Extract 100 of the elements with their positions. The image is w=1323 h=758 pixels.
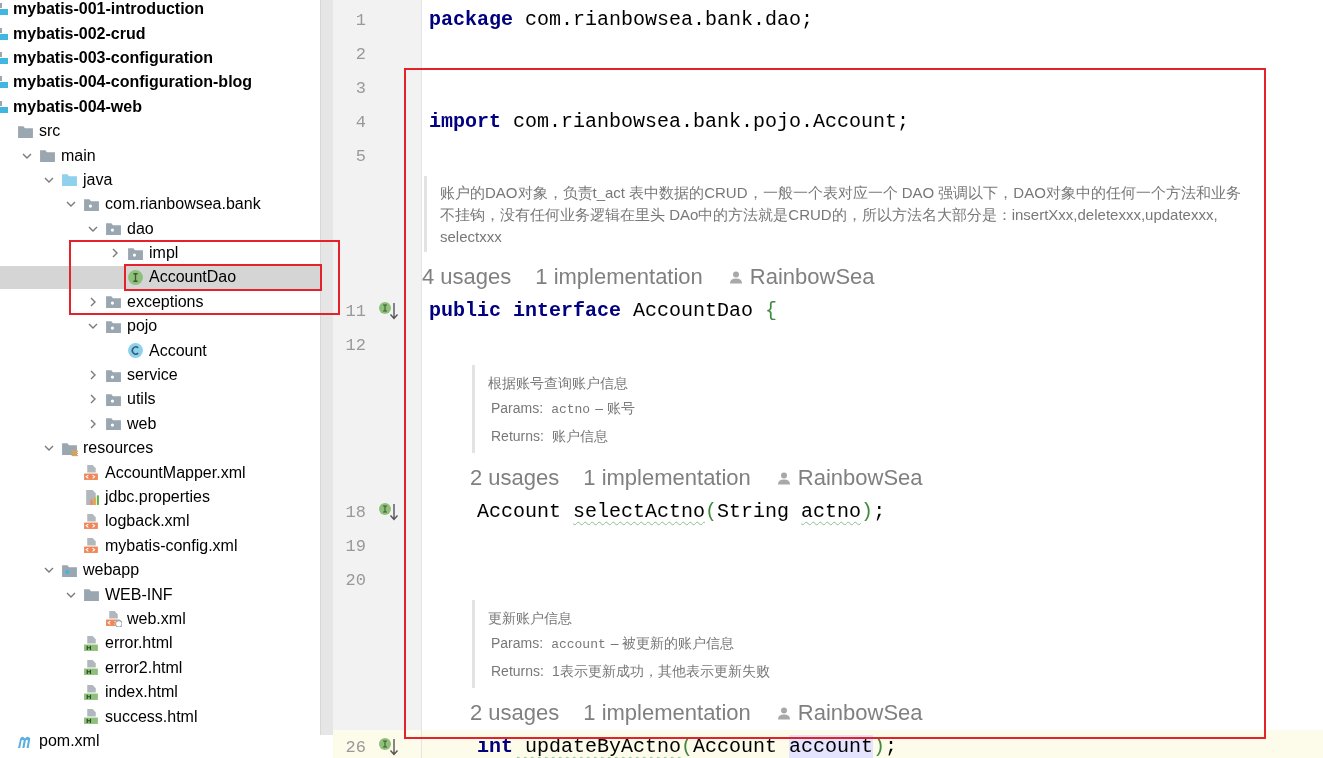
tree-item[interactable]: pom.xml <box>0 729 320 753</box>
implemented-marker-icon[interactable] <box>378 736 400 758</box>
tree-item-label: error.html <box>105 634 173 653</box>
tree-item[interactable]: pojo <box>0 315 320 338</box>
tree-item[interactable]: mybatis-001-introduction <box>0 0 320 21</box>
tree-item-label: web.xml <box>127 609 186 628</box>
tree-item[interactable]: exceptions <box>0 290 320 314</box>
code-text: ; <box>873 500 886 523</box>
author-hint[interactable]: RainbowSea <box>728 264 875 290</box>
module-icon <box>0 100 8 113</box>
class-icon <box>127 342 144 360</box>
usages-hint[interactable]: 2 usages <box>470 700 560 726</box>
line-number: 3 <box>354 78 366 98</box>
tree-item[interactable]: index.html <box>0 680 320 704</box>
tree-item-label: mybatis-004-configuration-blog <box>13 73 253 92</box>
doc-summary: 根据账号查询账户信息 <box>488 374 629 393</box>
folder-icon <box>61 171 78 189</box>
tree-item[interactable]: web <box>0 412 320 436</box>
tree-item[interactable]: AccountMapper.xml <box>0 461 320 484</box>
tree-item[interactable]: mybatis-003-configuration <box>0 46 320 70</box>
line-number: 18 <box>344 502 366 522</box>
doc-summary: 更新账户信息 <box>488 609 573 628</box>
code-text: Account <box>476 500 563 523</box>
tree-item-label: java <box>83 170 113 189</box>
tree-item[interactable]: src <box>0 119 320 143</box>
module-icon <box>0 76 8 89</box>
code-text: String <box>717 500 791 523</box>
param-name: actno <box>551 402 591 417</box>
tree-item[interactable]: utils <box>0 388 320 411</box>
html-file-icon <box>83 683 100 701</box>
tree-item[interactable]: error2.html <box>0 656 320 679</box>
code-text: ; <box>885 735 898 758</box>
properties-file-icon <box>83 488 100 506</box>
xml-file-icon <box>83 537 100 555</box>
tree-item-label: success.html <box>105 707 198 726</box>
tree-item-label: web <box>127 414 157 433</box>
tree-item-label: Account <box>149 341 207 360</box>
keyword: public interface <box>429 299 622 322</box>
person-icon <box>728 270 743 284</box>
usages-hint[interactable]: 4 usages <box>422 264 512 290</box>
implementations-hint[interactable]: 1 implementation <box>535 264 703 290</box>
tree-item-label: mybatis-004-web <box>13 97 142 116</box>
tree-item-label: mybatis-config.xml <box>105 536 238 555</box>
keyword: package <box>429 8 513 31</box>
line-number: 26 <box>344 737 366 757</box>
implementations-hint[interactable]: 1 implementation <box>583 700 751 726</box>
tree-item-label: WEB-INF <box>105 585 173 604</box>
folder-icon <box>83 586 100 604</box>
package-folder-icon <box>105 415 122 433</box>
tree-item[interactable]: mybatis-004-configuration-blog <box>0 71 320 94</box>
usages-hint[interactable]: 2 usages <box>470 465 560 491</box>
html-file-icon <box>83 659 100 677</box>
param-name: account <box>551 637 606 652</box>
tree-item-label: webapp <box>83 561 140 580</box>
bracket: ) <box>861 500 874 523</box>
tree-item-label: resources <box>83 439 154 458</box>
tree-item[interactable]: jdbc.properties <box>0 485 320 509</box>
scrollbar[interactable] <box>320 0 333 735</box>
tree-item-label: mybatis-003-configuration <box>13 48 214 67</box>
implemented-marker-icon[interactable] <box>378 300 400 322</box>
doc-label: Returns: <box>491 663 544 679</box>
implemented-marker-icon[interactable] <box>378 501 400 523</box>
tree-item-label: mybatis-002-crud <box>13 24 146 43</box>
tree-item[interactable]: java <box>0 168 320 192</box>
tree-item[interactable]: impl <box>0 241 320 265</box>
author-hint[interactable]: RainbowSea <box>776 700 923 726</box>
package-folder-icon <box>105 293 122 311</box>
tree-item[interactable]: resources <box>0 437 320 460</box>
tree-item[interactable]: logback.xml <box>0 510 320 533</box>
tree-item[interactable]: AccountDao <box>0 266 320 289</box>
tree-item[interactable]: error.html <box>0 632 320 655</box>
doc-text: 账户的DAO对象，负责t_act 表中数据的CRUD，一般一个表对应一个 DAO 强调以下，DAO对象中的任何一个方法和业务不挂钩，没有任何业务逻辑在里头 DAo中的方法就是CRUD的，所以方法名大部分是：insertXxx,deletexxx,updatexxx, selectxxx <box>440 183 1242 247</box>
line-number: 20 <box>344 570 366 590</box>
tree-item[interactable]: Account <box>0 339 320 362</box>
tree-item-label: src <box>39 122 61 141</box>
tree-item[interactable]: com.rianbowsea.bank <box>0 193 320 216</box>
tree-item[interactable]: mybatis-004-web <box>0 95 320 118</box>
tree-item[interactable]: web.xml <box>0 607 320 631</box>
tree-item[interactable]: webapp <box>0 559 320 582</box>
author-hint[interactable]: RainbowSea <box>776 465 923 491</box>
implementations-hint[interactable]: 1 implementation <box>583 465 751 491</box>
tree-item-label: pom.xml <box>39 731 100 750</box>
line-number: 4 <box>354 112 366 132</box>
code-text: AccountDao <box>632 299 755 322</box>
interface-icon <box>127 269 144 286</box>
line-number: 12 <box>344 335 366 355</box>
tree-item[interactable]: mybatis-002-crud <box>0 22 320 45</box>
tree-item-label: error2.html <box>105 658 183 677</box>
tree-item[interactable]: success.html <box>0 705 320 728</box>
html-file-icon <box>83 708 100 725</box>
tree-item-label: impl <box>149 244 179 263</box>
tree-item[interactable]: mybatis-config.xml <box>0 534 320 557</box>
person-icon <box>776 471 791 485</box>
tree-item[interactable]: dao <box>0 217 320 240</box>
tree-item[interactable]: WEB-INF <box>0 583 320 606</box>
tree-item-label: logback.xml <box>105 512 190 531</box>
line-number: 11 <box>344 301 366 321</box>
tree-item[interactable]: main <box>0 144 320 167</box>
tree-item[interactable]: service <box>0 363 320 387</box>
line-number: 5 <box>354 146 366 166</box>
